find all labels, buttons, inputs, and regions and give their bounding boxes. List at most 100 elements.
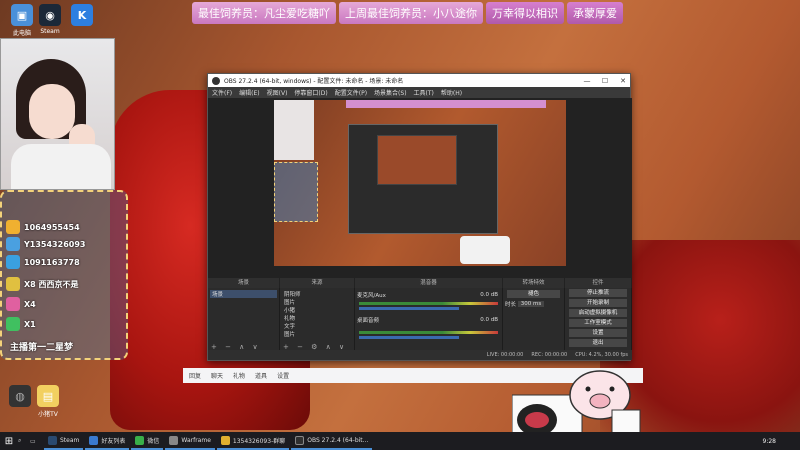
mixer-channel: 麦克风/Aux 0.0 dB — [357, 292, 498, 299]
obs-preview-area[interactable] — [208, 98, 632, 278]
app-k-icon: K — [71, 4, 93, 26]
dock-title-transitions: 转场特效 — [503, 278, 565, 288]
obs-menubar: 文件(F) 编辑(E) 视图(V) 停靠窗口(D) 配置文件(P) 场景集合(S… — [208, 87, 630, 98]
task-view-icon[interactable]: ▭ — [30, 438, 44, 445]
transition-select[interactable]: 褪色 — [507, 290, 560, 298]
gift-icon — [6, 255, 20, 269]
gift-icon — [6, 220, 20, 234]
taskbar-item-wechat[interactable]: 微信 — [131, 432, 164, 450]
gift-row: X8 西西京不是 — [6, 277, 79, 291]
gift-icon — [6, 317, 20, 331]
gift-row: X1 — [6, 317, 36, 331]
taskbar-item-steam[interactable]: Steam — [44, 432, 84, 450]
source-item[interactable]: 礼物 — [282, 314, 352, 322]
menu-help[interactable]: 帮助(H) — [441, 88, 462, 97]
taskbar-item-friends[interactable]: 好友列表 — [85, 432, 130, 450]
qq-icon — [220, 435, 230, 445]
dock-title-controls: 控件 — [565, 278, 632, 288]
streamer-body — [11, 144, 111, 189]
gift-row: X4 — [6, 297, 36, 311]
preview-canvas[interactable] — [274, 100, 566, 266]
source-item[interactable]: 小猪 — [282, 306, 352, 314]
friends-icon — [89, 435, 99, 445]
menu-tools[interactable]: 工具(T) — [414, 88, 434, 97]
scenes-dock: 场景 + − ∧ ∨ — [208, 288, 280, 352]
minimize-icon[interactable]: — — [580, 77, 594, 85]
overlay-gift-button[interactable]: 礼物 — [233, 371, 245, 380]
source-item[interactable]: 图片 — [282, 330, 352, 338]
cpu-status: CPU: 4.2%, 30.00 fps — [575, 352, 628, 358]
virtual-camera-button[interactable]: 启动虚拟摄像机 — [569, 309, 627, 317]
sticker-hat-band — [525, 412, 549, 428]
obs-logo-icon — [212, 76, 220, 85]
obs-docks: 场景 + − ∧ ∨ 阴阳师 图片 小猪 礼物 文字 图片 + − ⚙ ∧ ∨ … — [208, 288, 632, 352]
taskbar-item-warframe[interactable]: Warframe — [165, 432, 215, 450]
overlay-chat-button[interactable]: 聊天 — [211, 371, 223, 380]
preview-gift-panel — [274, 162, 318, 222]
start-menu-icon[interactable]: ⊞ — [0, 436, 18, 447]
preview-nested-obs — [348, 124, 498, 234]
menu-file[interactable]: 文件(F) — [212, 88, 232, 97]
preview-webcam — [274, 100, 314, 160]
studio-mode-button[interactable]: 工作室模式 — [569, 319, 627, 327]
gift-icon — [6, 297, 20, 311]
volume-slider[interactable] — [359, 336, 459, 339]
source-item[interactable]: 图片 — [282, 298, 352, 306]
preview-pig-sticker — [460, 236, 510, 264]
pig-eye-left — [585, 386, 591, 392]
obs-window[interactable]: OBS 27.2.4 (64-bit, windows) - 配置文件: 未命名… — [207, 73, 632, 361]
menu-edit[interactable]: 编辑(E) — [239, 88, 259, 97]
menu-view[interactable]: 视图(V) — [267, 88, 288, 97]
menu-docks[interactable]: 停靠窗口(D) — [294, 88, 327, 97]
source-item[interactable]: 阴阳师 — [282, 290, 352, 298]
obs-icon — [295, 435, 305, 445]
mixer-channel: 桌面音频 0.0 dB — [357, 317, 498, 324]
mixer-dock: 麦克风/Aux 0.0 dB 桌面音频 0.0 dB — [355, 288, 503, 352]
overlay-reply-button[interactable]: 回复 — [189, 371, 201, 380]
warframe-icon — [169, 435, 179, 445]
scene-item[interactable]: 场景 — [210, 290, 277, 298]
taskbar-item-group-chat[interactable]: 1354326093-群聊 — [216, 432, 290, 450]
overlay-settings-button[interactable]: 设置 — [277, 371, 289, 380]
volume-slider[interactable] — [359, 307, 459, 310]
banner-last-week-feeder: 上周最佳饲养员：小八途你 — [339, 2, 483, 24]
file-icon: ▤ — [37, 385, 59, 407]
banner-message-2: 承蒙厚爱 — [567, 2, 623, 24]
live-status: LIVE: 00:00:00 — [486, 352, 524, 358]
gift-row: 1064955454 — [6, 220, 80, 234]
banner-message-1: 万幸得以相识 — [486, 2, 564, 24]
desktop-icon-xiaozhutv[interactable]: ▤ 小猪TV — [30, 385, 66, 418]
taskbar-item-obs[interactable]: OBS 27.2.4 (64-bit... — [291, 432, 373, 450]
controls-dock: 停止推流 开始录制 启动虚拟摄像机 工作室模式 设置 退出 — [565, 288, 632, 352]
wechat-icon — [135, 435, 145, 445]
desktop-icon-steam[interactable]: ◉ Steam — [32, 4, 68, 35]
gift-ranking-panel: 1064955454 Y1354326093 1091163778 X8 西西京… — [0, 190, 128, 360]
gift-panel-title: 主播第一二星梦 — [10, 343, 74, 353]
banner-best-feeder: 最佳饲养员：凡尘爱吃糖吖 — [192, 2, 336, 24]
maximize-icon[interactable]: ☐ — [598, 77, 612, 85]
exit-button[interactable]: 退出 — [569, 339, 627, 347]
steam-icon — [48, 435, 57, 445]
overlay-item-button[interactable]: 道具 — [255, 371, 267, 380]
stop-streaming-button[interactable]: 停止推流 — [569, 289, 627, 297]
obs-titlebar[interactable]: OBS 27.2.4 (64-bit, windows) - 配置文件: 未命名… — [208, 74, 630, 87]
search-icon[interactable]: ⌕ — [18, 437, 30, 445]
start-recording-button[interactable]: 开始录制 — [569, 299, 627, 307]
settings-button[interactable]: 设置 — [569, 329, 627, 337]
close-icon[interactable]: ✕ — [616, 77, 630, 85]
gift-row: Y1354326093 — [6, 237, 85, 251]
mixer-meter — [359, 302, 498, 305]
desktop-icon-kook[interactable]: K — [64, 4, 100, 28]
streamer-face — [29, 84, 75, 139]
menu-scene-collection[interactable]: 场景集合(S) — [374, 88, 407, 97]
menu-profile[interactable]: 配置文件(P) — [335, 88, 367, 97]
dock-title-sources: 来源 — [280, 278, 355, 288]
system-clock[interactable]: 9:28 — [763, 438, 776, 445]
pig-snout — [589, 393, 611, 409]
mixer-meter — [359, 331, 498, 334]
computer-icon: ▣ — [11, 4, 33, 26]
dock-titles: 场景 来源 混音器 转场特效 控件 — [208, 278, 632, 288]
preview-nested-canvas — [377, 135, 457, 185]
preview-banner — [346, 100, 546, 108]
source-item[interactable]: 文字 — [282, 322, 352, 330]
